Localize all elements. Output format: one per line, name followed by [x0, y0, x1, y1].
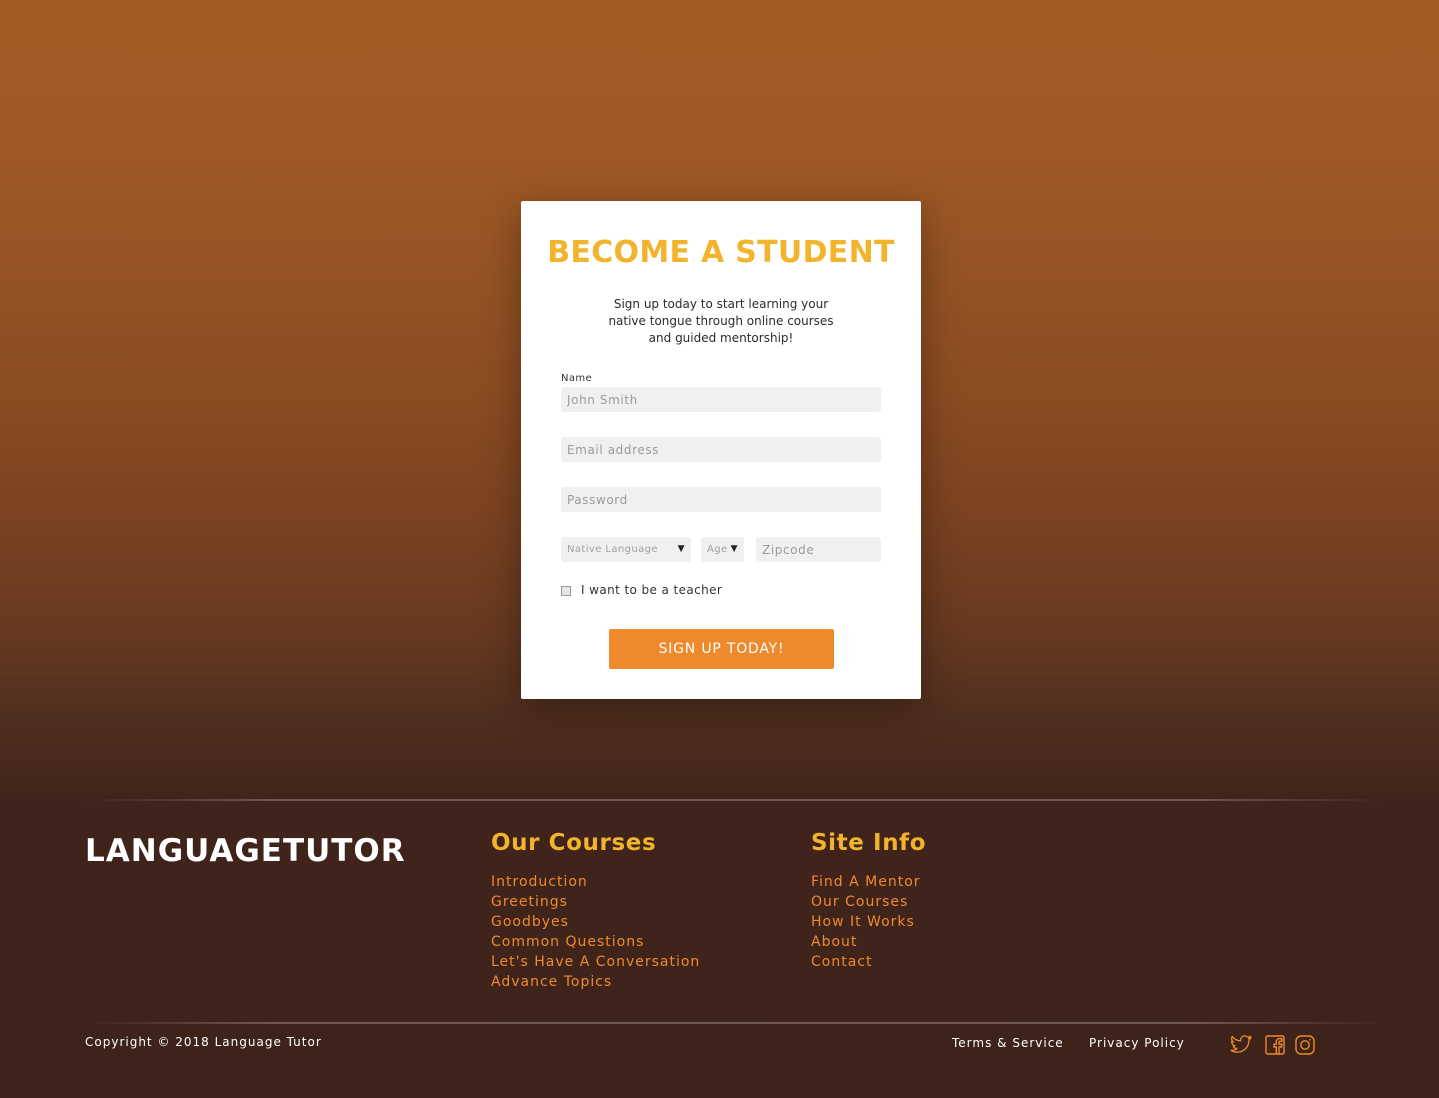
zipcode-input[interactable]: [756, 537, 881, 562]
age-select[interactable]: Age ▼: [701, 537, 744, 562]
native-language-select[interactable]: Native Language ▼: [561, 537, 691, 562]
footer-link-common-questions[interactable]: Common Questions: [491, 932, 700, 952]
email-input[interactable]: [561, 437, 881, 462]
signup-button[interactable]: SIGN UP TODAY!: [609, 629, 834, 669]
footer-link-introduction[interactable]: Introduction: [491, 872, 700, 892]
footer-link-how-it-works[interactable]: How It Works: [811, 912, 921, 932]
footer-link-about[interactable]: About: [811, 932, 921, 952]
password-input[interactable]: [561, 487, 881, 512]
footer-link-goodbyes[interactable]: Goodbyes: [491, 912, 700, 932]
courses-heading: Our Courses: [491, 830, 657, 856]
native-language-placeholder: Native Language: [567, 544, 658, 555]
signup-card: BECOME A STUDENT Sign up today to start …: [521, 201, 921, 699]
signup-subtitle: Sign up today to start learning your nat…: [608, 297, 834, 345]
site-info-link-list: Find A Mentor Our Courses How It Works A…: [811, 872, 921, 972]
footer-brand-logo[interactable]: LANGUAGETUTOR: [85, 833, 406, 869]
footer-link-find-mentor[interactable]: Find A Mentor: [811, 872, 921, 892]
age-placeholder: Age: [707, 544, 728, 555]
copyright-text: Copyright © 2018 Language Tutor: [85, 1035, 322, 1049]
teacher-checkbox[interactable]: [561, 586, 571, 596]
teacher-checkbox-label[interactable]: I want to be a teacher: [581, 583, 722, 597]
facebook-icon[interactable]: [1264, 1035, 1286, 1055]
footer-link-conversation[interactable]: Let's Have A Conversation: [491, 952, 700, 972]
signup-title: BECOME A STUDENT: [547, 235, 895, 270]
name-input[interactable]: [561, 387, 881, 412]
twitter-icon[interactable]: [1230, 1035, 1252, 1055]
terms-link[interactable]: Terms & Service: [952, 1036, 1064, 1050]
footer-link-our-courses[interactable]: Our Courses: [811, 892, 921, 912]
footer-link-greetings[interactable]: Greetings: [491, 892, 700, 912]
dropdown-arrow-icon: ▼: [677, 544, 685, 554]
instagram-icon[interactable]: [1294, 1035, 1316, 1055]
dropdown-arrow-icon: ▼: [730, 544, 738, 554]
footer-link-advance-topics[interactable]: Advance Topics: [491, 972, 700, 992]
courses-link-list: Introduction Greetings Goodbyes Common Q…: [491, 872, 700, 992]
name-label: Name: [561, 373, 593, 384]
site-info-heading: Site Info: [811, 830, 927, 856]
footer-link-contact[interactable]: Contact: [811, 952, 921, 972]
footer-divider-bottom: [85, 1022, 1385, 1024]
privacy-policy-link[interactable]: Privacy Policy: [1089, 1036, 1185, 1050]
footer-divider-top: [85, 799, 1385, 801]
